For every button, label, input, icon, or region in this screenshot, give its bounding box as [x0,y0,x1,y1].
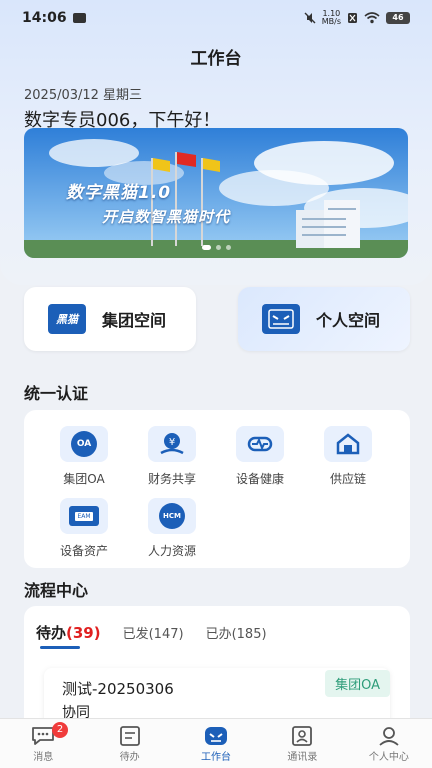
group-space-button[interactable]: 黑猫 集团空间 [24,287,196,351]
tab-sent[interactable]: 已发(147) [123,623,184,642]
sim-off-icon [348,13,357,23]
personal-space-icon [262,304,300,334]
asset-icon: EAM [60,498,108,534]
auth-item-label: 人力资源 [147,544,196,558]
auth-item-label: 设备健康 [235,472,284,486]
banner-carousel[interactable]: 数字黑猫1.0 开启数智黑猫时代 [24,128,408,258]
auth-item-asset[interactable]: EAM 设备资产 [44,498,124,559]
battery-icon: 46 [386,12,410,24]
tab-pending[interactable]: 待办(39) [36,622,101,643]
auth-item-oa[interactable]: OA 集团OA [44,426,124,487]
nav-item-workbench[interactable]: 工作台 [173,719,259,768]
nav-label: 待办 [119,752,140,763]
status-icons: 1.10 MB/s 46 [304,10,410,26]
carousel-dot[interactable] [215,245,221,250]
auth-section-title: 统一认证 [24,384,89,403]
notification-icon [72,13,86,23]
date-line: 2025/03/12 星期三 [24,88,143,103]
auth-item-finance[interactable]: ¥ 财务共享 [132,426,212,487]
group-logo-text: 黑猫 [56,313,78,326]
nav-label: 通讯录 [287,752,318,763]
contacts-icon [292,726,313,746]
finance-icon: ¥ [148,426,196,462]
tab-pending-count: (39) [66,624,101,642]
net-speed: 1.10 MB/s [322,10,341,26]
net-speed-unit: MB/s [321,17,341,26]
auth-item-hr[interactable]: HCM 人力资源 [132,498,212,559]
workbench-icon [205,727,228,745]
carousel-dots [24,245,408,250]
personal-space-label: 个人空间 [316,311,381,330]
flow-item-name: 测试-20250306 [62,680,174,698]
asset-badge: EAM [75,511,93,521]
oa-icon: OA [60,426,108,462]
flow-panel: 待办(39) 已发(147) 已办(185) 测试-20250306 协同 集团… [24,606,410,736]
flow-section-title: 流程中心 [24,581,89,600]
status-bar: 14:06 1.10 MB/s 46 [0,0,432,36]
nav-item-todo[interactable]: 待办 [86,719,172,768]
nav-label: 消息 [33,752,54,763]
profile-icon [379,727,399,746]
personal-space-button[interactable]: 个人空间 [238,287,410,351]
auth-item-label: 集团OA [63,472,105,486]
auth-item-supply-chain[interactable]: 供应链 [308,426,388,487]
nav-label: 工作台 [201,752,232,763]
hr-icon: HCM [148,498,196,534]
status-time: 14:06 [22,10,67,26]
auth-item-label: 财务共享 [147,472,196,486]
cat-face-icon [268,309,294,329]
group-logo-icon: 黑猫 [48,304,86,334]
group-space-label: 集团空间 [102,311,167,330]
hr-badge: HCM [159,503,185,529]
flow-tabs: 待办(39) 已发(147) 已办(185) [36,622,267,643]
nav-item-messages[interactable]: 消息 2 [0,719,86,768]
banner-subtitle: 开启数智黑猫时代 [102,208,231,226]
auth-item-label: 供应链 [329,472,366,486]
wifi-icon [364,12,380,24]
mute-icon [304,12,316,24]
bottom-nav: 消息 2 待办 工作台 通讯录 个人中心 [0,718,432,768]
supply-chain-icon [324,426,372,462]
nav-label: 个人中心 [368,752,409,763]
auth-item-label: 设备资产 [59,544,108,558]
auth-item-device-health[interactable]: 设备健康 [220,426,300,487]
oa-badge: OA [71,431,97,457]
carousel-dot[interactable] [201,245,211,250]
carousel-dot[interactable] [225,245,231,250]
tab-done[interactable]: 已办(185) [206,623,267,642]
page-title: 工作台 [190,49,242,69]
tab-pending-label: 待办 [36,624,67,642]
svg-text:¥: ¥ [169,437,175,448]
todo-icon [119,726,140,746]
tab-underline [40,646,80,649]
nav-item-contacts[interactable]: 通讯录 [259,719,345,768]
nav-item-profile[interactable]: 个人中心 [346,719,432,768]
auth-panel: OA 集团OA ¥ 财务共享 设备健康 供应链 EAM 设备资产 HCM 人力资… [24,410,410,568]
device-health-icon [236,426,284,462]
flow-item-tag: 集团OA [325,670,390,697]
banner-title: 数字黑猫1.0 [66,183,172,203]
unread-badge: 2 [52,722,68,738]
